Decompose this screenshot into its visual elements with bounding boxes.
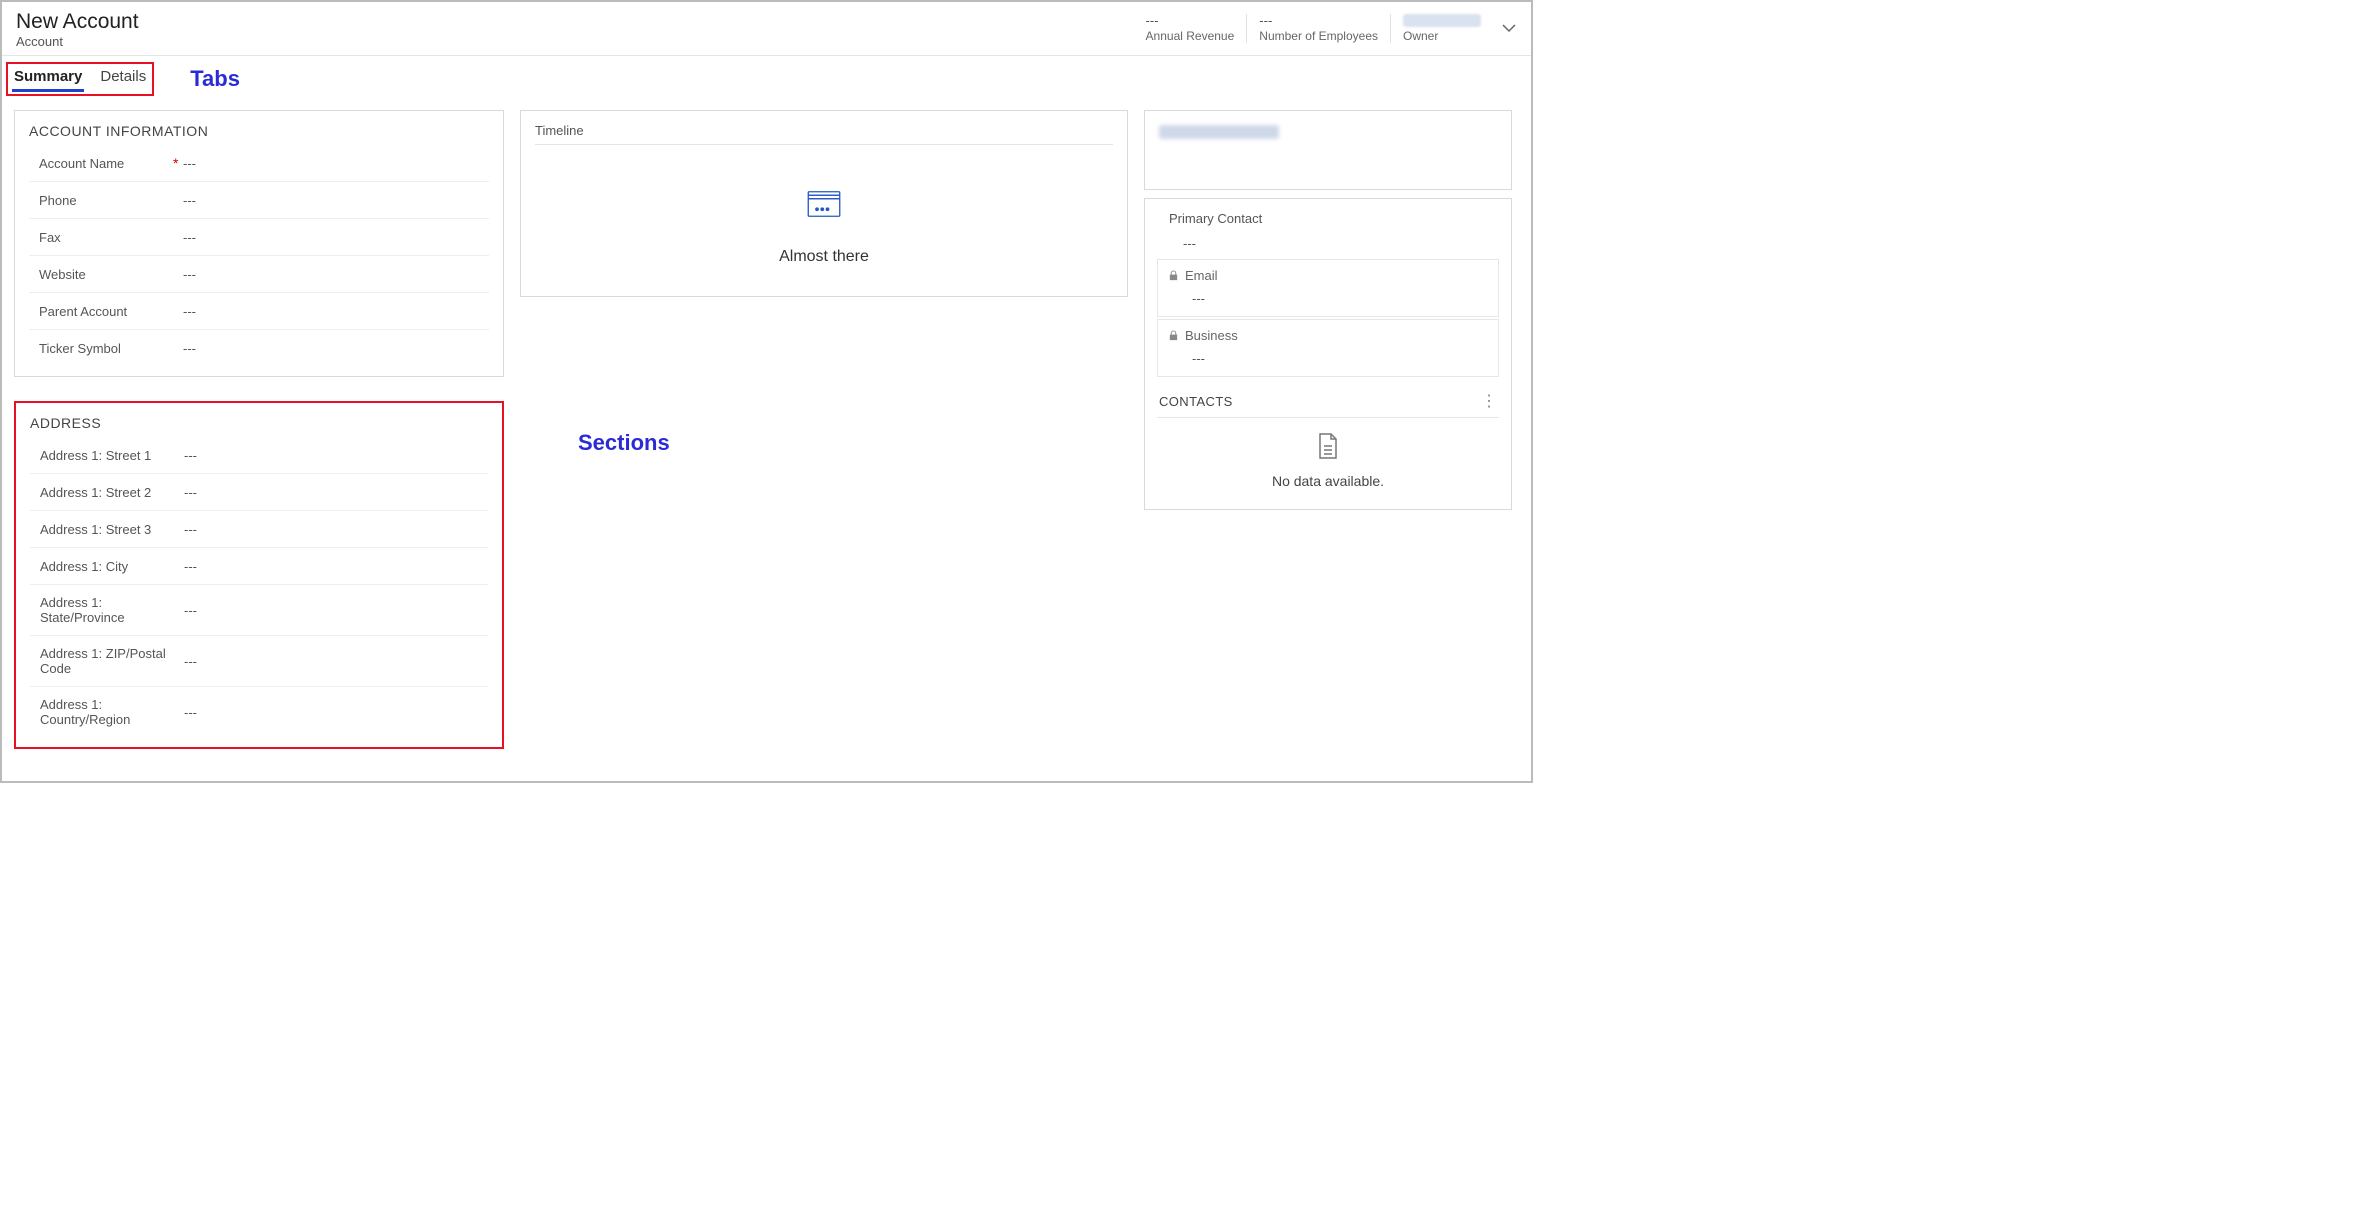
field-label: Address 1: State/Province [30,595,166,625]
entity-name: Account [16,34,139,49]
header-field-label: Annual Revenue [1146,29,1235,43]
primary-contact-value[interactable]: --- [1157,236,1499,251]
header-expand-button[interactable] [1501,20,1517,39]
header-field-label: Number of Employees [1259,29,1378,43]
field-label: Address 1: Street 1 [30,448,166,463]
field-label: Address 1: City [30,559,166,574]
field-value-input[interactable]: --- [184,705,488,720]
form-field-row: Website*--- [29,256,489,293]
field-value-input[interactable]: --- [184,448,488,463]
field-value-input[interactable]: --- [183,304,489,319]
locked-field-header: Email [1168,268,1488,283]
field-label: Address 1: Country/Region [30,697,166,727]
field-value-input[interactable]: --- [184,654,488,669]
locked-field-business: Business --- [1157,319,1499,377]
field-label: Address 1: Street 2 [30,485,166,500]
section-timeline: Timeline Almost there [520,110,1128,297]
section-title: ADDRESS [30,415,488,431]
document-icon [1157,432,1499,463]
header-field-owner[interactable]: Owner [1390,14,1493,43]
field-label: Website [29,267,165,282]
record-title: New Account [16,10,139,34]
form-field-row: Address 1: State/Province*--- [30,585,488,636]
annotation-tabs-label: Tabs [190,66,240,92]
header-field-number-of-employees[interactable]: --- Number of Employees [1246,14,1390,43]
contacts-subgrid-body: No data available. [1157,418,1499,493]
tabs-annotation-box: Summary Details [6,62,154,96]
owner-value-redacted [1403,14,1481,27]
header-title-block: New Account Account [16,10,139,49]
field-label: Account Name [29,156,165,171]
reference-panel-title-redacted [1159,125,1279,139]
contacts-subgrid-header: CONTACTS ⋮ [1157,385,1499,418]
tab-details[interactable]: Details [98,64,148,92]
form-header: New Account Account --- Annual Revenue -… [2,2,1531,56]
header-field-label: Owner [1403,29,1481,43]
timeline-message: Almost there [535,248,1113,266]
field-value-input[interactable]: --- [183,156,489,171]
field-value-input[interactable]: --- [184,522,488,537]
field-label: Address 1: Street 3 [30,522,166,537]
reference-panel-header [1144,110,1512,190]
locked-field-header: Business [1168,328,1488,343]
field-value-input[interactable]: --- [183,193,489,208]
form-field-row: Address 1: City*--- [30,548,488,585]
header-field-value: --- [1146,14,1235,27]
field-value-input[interactable]: --- [184,603,488,618]
address-fields: Address 1: Street 1*---Address 1: Street… [30,437,488,737]
tabs-row: Summary Details Tabs [2,56,1531,96]
left-column: ACCOUNT INFORMATION Account Name*---Phon… [14,110,504,749]
field-value-input[interactable]: --- [183,341,489,356]
form-body: ACCOUNT INFORMATION Account Name*---Phon… [2,96,1531,761]
tab-summary[interactable]: Summary [12,64,84,92]
field-label: Ticker Symbol [29,341,165,356]
locked-field-label: Email [1185,268,1218,283]
form-field-row: Address 1: Street 2*--- [30,474,488,511]
timeline-folder-icon [535,183,1113,228]
field-label: Phone [29,193,165,208]
header-field-value: --- [1259,14,1378,27]
header-field-annual-revenue[interactable]: --- Annual Revenue [1134,14,1247,43]
annotation-sections-label: Sections [578,430,670,456]
contacts-empty-message: No data available. [1157,473,1499,489]
locked-field-value: --- [1168,351,1488,366]
form-field-row: Fax*--- [29,219,489,256]
field-value-input[interactable]: --- [184,485,488,500]
form-field-row: Phone*--- [29,182,489,219]
section-primary-contact: Primary Contact --- Email --- Business -… [1144,198,1512,510]
section-title: ACCOUNT INFORMATION [29,123,489,139]
field-label: Address 1: ZIP/Postal Code [30,646,166,676]
primary-contact-label: Primary Contact [1157,211,1499,226]
tab-list: Summary Details [12,64,148,92]
timeline-body: Almost there [535,145,1113,266]
right-column: Primary Contact --- Email --- Business -… [1144,110,1512,510]
contacts-title: CONTACTS [1159,394,1233,409]
account-info-fields: Account Name*---Phone*---Fax*---Website*… [29,145,489,366]
chevron-down-icon [1501,20,1517,36]
contacts-more-button[interactable]: ⋮ [1481,391,1497,411]
locked-field-value: --- [1168,291,1488,306]
form-field-row: Account Name*--- [29,145,489,182]
locked-field-email: Email --- [1157,259,1499,317]
field-value-input[interactable]: --- [183,267,489,282]
field-value-input[interactable]: --- [183,230,489,245]
header-fields: --- Annual Revenue --- Number of Employe… [1134,14,1517,43]
field-label: Fax [29,230,165,245]
form-field-row: Address 1: Country/Region*--- [30,687,488,737]
middle-column: Timeline Almost there [520,110,1128,297]
form-field-row: Address 1: ZIP/Postal Code*--- [30,636,488,687]
form-field-row: Ticker Symbol*--- [29,330,489,366]
lock-icon [1168,270,1179,281]
lock-icon [1168,330,1179,341]
section-account-information: ACCOUNT INFORMATION Account Name*---Phon… [14,110,504,377]
form-field-row: Parent Account*--- [29,293,489,330]
form-field-row: Address 1: Street 3*--- [30,511,488,548]
form-field-row: Address 1: Street 1*--- [30,437,488,474]
section-address: ADDRESS Address 1: Street 1*---Address 1… [14,401,504,749]
required-indicator: * [165,155,183,171]
field-label: Parent Account [29,304,165,319]
locked-field-label: Business [1185,328,1238,343]
timeline-title: Timeline [535,123,1113,145]
field-value-input[interactable]: --- [184,559,488,574]
